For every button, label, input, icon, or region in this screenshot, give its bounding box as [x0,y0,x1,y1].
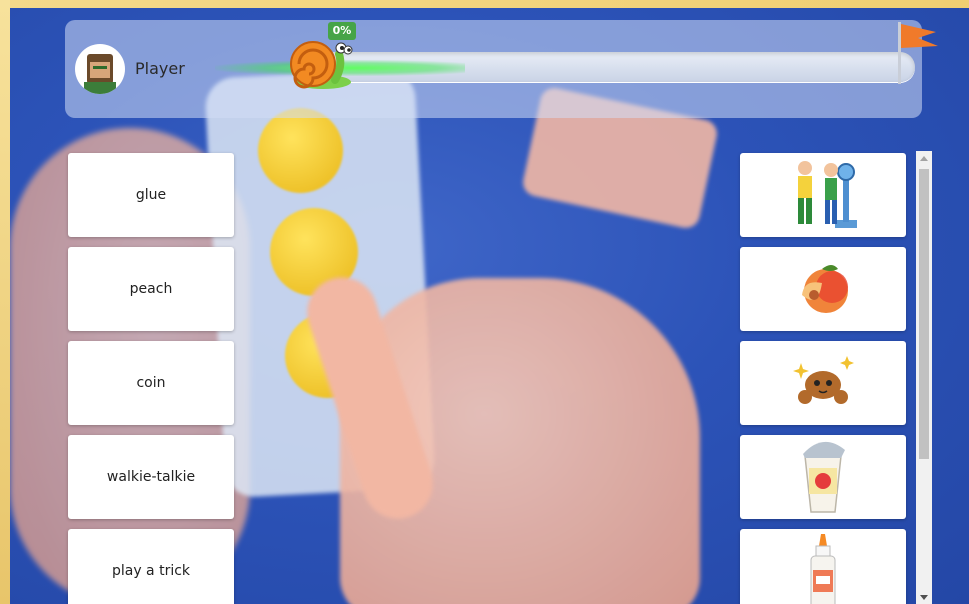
word-card-peach[interactable]: peach [68,247,234,331]
picture-card-2[interactable] [740,247,906,331]
picture-card-5[interactable] [740,529,906,604]
picture-card-3[interactable] [740,341,906,425]
scroll-down-arrow-icon[interactable] [920,595,928,600]
word-card-coin[interactable]: coin [68,341,234,425]
word-label: glue [135,187,167,203]
yogurt-cup-icon [803,441,845,513]
picture-card-1[interactable] [740,153,906,237]
finish-flag-icon [898,22,938,84]
word-label: peach [129,281,173,297]
frame-top [0,0,969,8]
word-label: walkie-talkie [106,469,196,485]
progress-header: Player 0% [65,20,938,118]
word-card-glue[interactable]: glue [68,153,234,237]
snail-icon [290,41,353,89]
word-label: coin [136,375,166,391]
scroll-up-arrow-icon[interactable] [920,156,928,161]
frame-left [0,0,10,604]
scrollbar[interactable] [916,151,932,604]
background-emoji-heart-eyes [258,108,343,193]
scroll-thumb[interactable] [919,169,929,459]
game-stage: Player 0% glue peach coin walkie-talkie … [10,8,969,604]
crab-icon [793,356,854,404]
word-card-play-a-trick[interactable]: play a trick [68,529,234,604]
peach-icon [802,265,848,313]
two-men-weighing-scale-icon [798,161,857,228]
player-name: Player [135,59,185,78]
glue-bottle-icon [810,534,836,604]
word-card-walkie-talkie[interactable]: walkie-talkie [68,435,234,519]
word-label: play a trick [111,563,191,579]
player-avatar [75,44,125,94]
picture-card-4[interactable] [740,435,906,519]
